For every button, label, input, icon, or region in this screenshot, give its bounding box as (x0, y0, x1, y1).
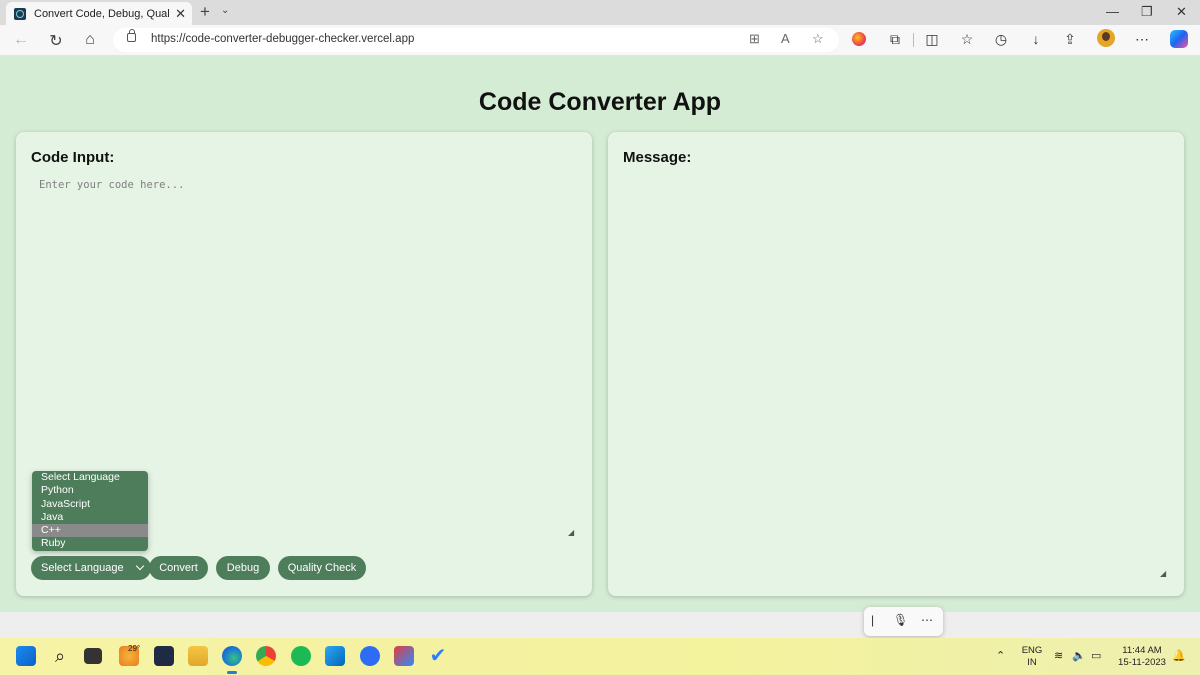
wifi-icon[interactable]: ≋ (1054, 649, 1063, 662)
message-label: Message: (623, 149, 692, 166)
tab-title: Convert Code, Debug, Quality Ch (34, 7, 170, 20)
history-icon[interactable]: ◷ (992, 31, 1010, 48)
read-aloud-icon[interactable]: A (781, 31, 790, 46)
spotify-icon[interactable] (291, 646, 311, 666)
snipping-tool-icon[interactable] (394, 646, 414, 666)
code-input-panel: Code Input: ◢ Select Language Python Jav… (16, 132, 592, 596)
language-option[interactable]: Python (32, 484, 148, 497)
browser-toolbar: ← ↻ ⌂ https://code-converter-debugger-ch… (0, 25, 1200, 56)
split-screen-icon[interactable]: ◫ (923, 31, 941, 48)
extension-icon[interactable] (852, 32, 866, 46)
share-icon[interactable]: ⇪ (1061, 31, 1079, 48)
resize-grip-icon[interactable]: ◢ (568, 529, 574, 537)
notification-bell-icon[interactable]: 🔔 (1172, 649, 1186, 662)
lock-icon (127, 29, 136, 42)
close-window-icon[interactable]: ✕ (1176, 4, 1187, 20)
browser-tab-bar: Convert Code, Debug, Quality Ch ✕ + ⌄ — … (0, 0, 1200, 25)
active-app-indicator (227, 671, 237, 674)
address-bar[interactable]: https://code-converter-debugger-checker.… (113, 28, 839, 52)
task-view-icon[interactable] (84, 648, 102, 664)
chrome-icon[interactable] (256, 646, 276, 666)
language-option-highlighted[interactable]: C++ (32, 524, 148, 538)
profile-avatar[interactable] (1097, 29, 1115, 47)
app-available-icon[interactable]: ⊞ (749, 31, 760, 47)
language-option[interactable]: Select Language (32, 471, 148, 484)
new-tab-icon[interactable]: + (200, 3, 210, 21)
volume-icon[interactable]: 🔈 (1072, 649, 1086, 662)
voice-typing-bar: | 🎙 ⋯ (864, 607, 943, 636)
language-option[interactable]: Java (32, 511, 148, 524)
convert-button[interactable]: Convert (149, 556, 208, 580)
url-text: https://code-converter-debugger-checker.… (151, 33, 415, 45)
microphone-icon[interactable]: 🎙 (893, 613, 908, 627)
chevron-down-icon (135, 561, 145, 571)
tab-list-chevron-icon[interactable]: ⌄ (221, 5, 229, 16)
zoom-icon[interactable] (360, 646, 380, 666)
quality-check-button[interactable]: Quality Check (278, 556, 366, 580)
todo-check-icon[interactable]: ✔ (428, 646, 448, 666)
code-input-label: Code Input: (31, 149, 115, 166)
more-options-icon[interactable]: ⋯ (1133, 31, 1151, 48)
clock-date[interactable]: 15-11-2023 (1114, 657, 1170, 669)
windows-start-icon[interactable] (16, 646, 36, 666)
copilot-icon[interactable] (1170, 30, 1188, 48)
browser-tab[interactable]: Convert Code, Debug, Quality Ch ✕ (6, 2, 192, 25)
vscode-icon[interactable] (325, 646, 345, 666)
widgets-icon[interactable] (154, 646, 174, 666)
language-option[interactable]: JavaScript (32, 498, 148, 511)
restore-icon[interactable]: ❐ (1141, 4, 1153, 20)
language-indicator-line2[interactable]: IN (1021, 657, 1043, 669)
home-icon[interactable]: ⌂ (80, 31, 100, 49)
more-options-icon[interactable]: ⋯ (921, 613, 933, 627)
page-bottom-strip (0, 612, 1200, 638)
file-explorer-icon[interactable] (188, 646, 208, 666)
page-title: Code Converter App (478, 88, 722, 116)
cursor-bar-icon: | (871, 613, 875, 627)
language-select[interactable]: Select Language (31, 556, 151, 580)
favorite-star-icon[interactable]: ☆ (812, 31, 824, 47)
close-tab-icon[interactable]: ✕ (175, 6, 186, 22)
downloads-icon[interactable]: ↓ (1027, 31, 1045, 47)
back-icon[interactable]: ← (11, 31, 31, 49)
debug-button[interactable]: Debug (216, 556, 270, 580)
language-indicator-line1[interactable]: ENG (1021, 645, 1043, 657)
message-panel: Message: ◢ (608, 132, 1184, 596)
battery-icon[interactable]: ▭ (1091, 649, 1101, 662)
language-select-value: Select Language (41, 562, 124, 574)
language-dropdown-list: Select Language Python JavaScript Java C… (32, 471, 148, 551)
resize-grip-icon[interactable]: ◢ (1160, 570, 1166, 578)
language-option[interactable]: Ruby (32, 537, 148, 550)
edge-browser-icon[interactable] (222, 646, 242, 666)
chevron-up-icon[interactable]: ⌃ (996, 649, 1005, 662)
weather-temp: 29° (128, 644, 141, 653)
extensions-puzzle-icon[interactable]: ⧉ (886, 31, 904, 48)
react-favicon-icon (14, 7, 26, 20)
favorites-icon[interactable]: ☆ (958, 31, 976, 48)
search-icon[interactable]: ⌕ (50, 646, 70, 666)
windows-taskbar: ⌕ 29° ✔ ⌃ ENG IN ≋ 🔈 ▭ 11:44 AM 15-11-20… (0, 638, 1200, 675)
refresh-icon[interactable]: ↻ (46, 31, 66, 51)
toolbar-divider (913, 33, 914, 47)
clock-time[interactable]: 11:44 AM (1114, 645, 1170, 657)
minimize-icon[interactable]: — (1106, 4, 1119, 19)
